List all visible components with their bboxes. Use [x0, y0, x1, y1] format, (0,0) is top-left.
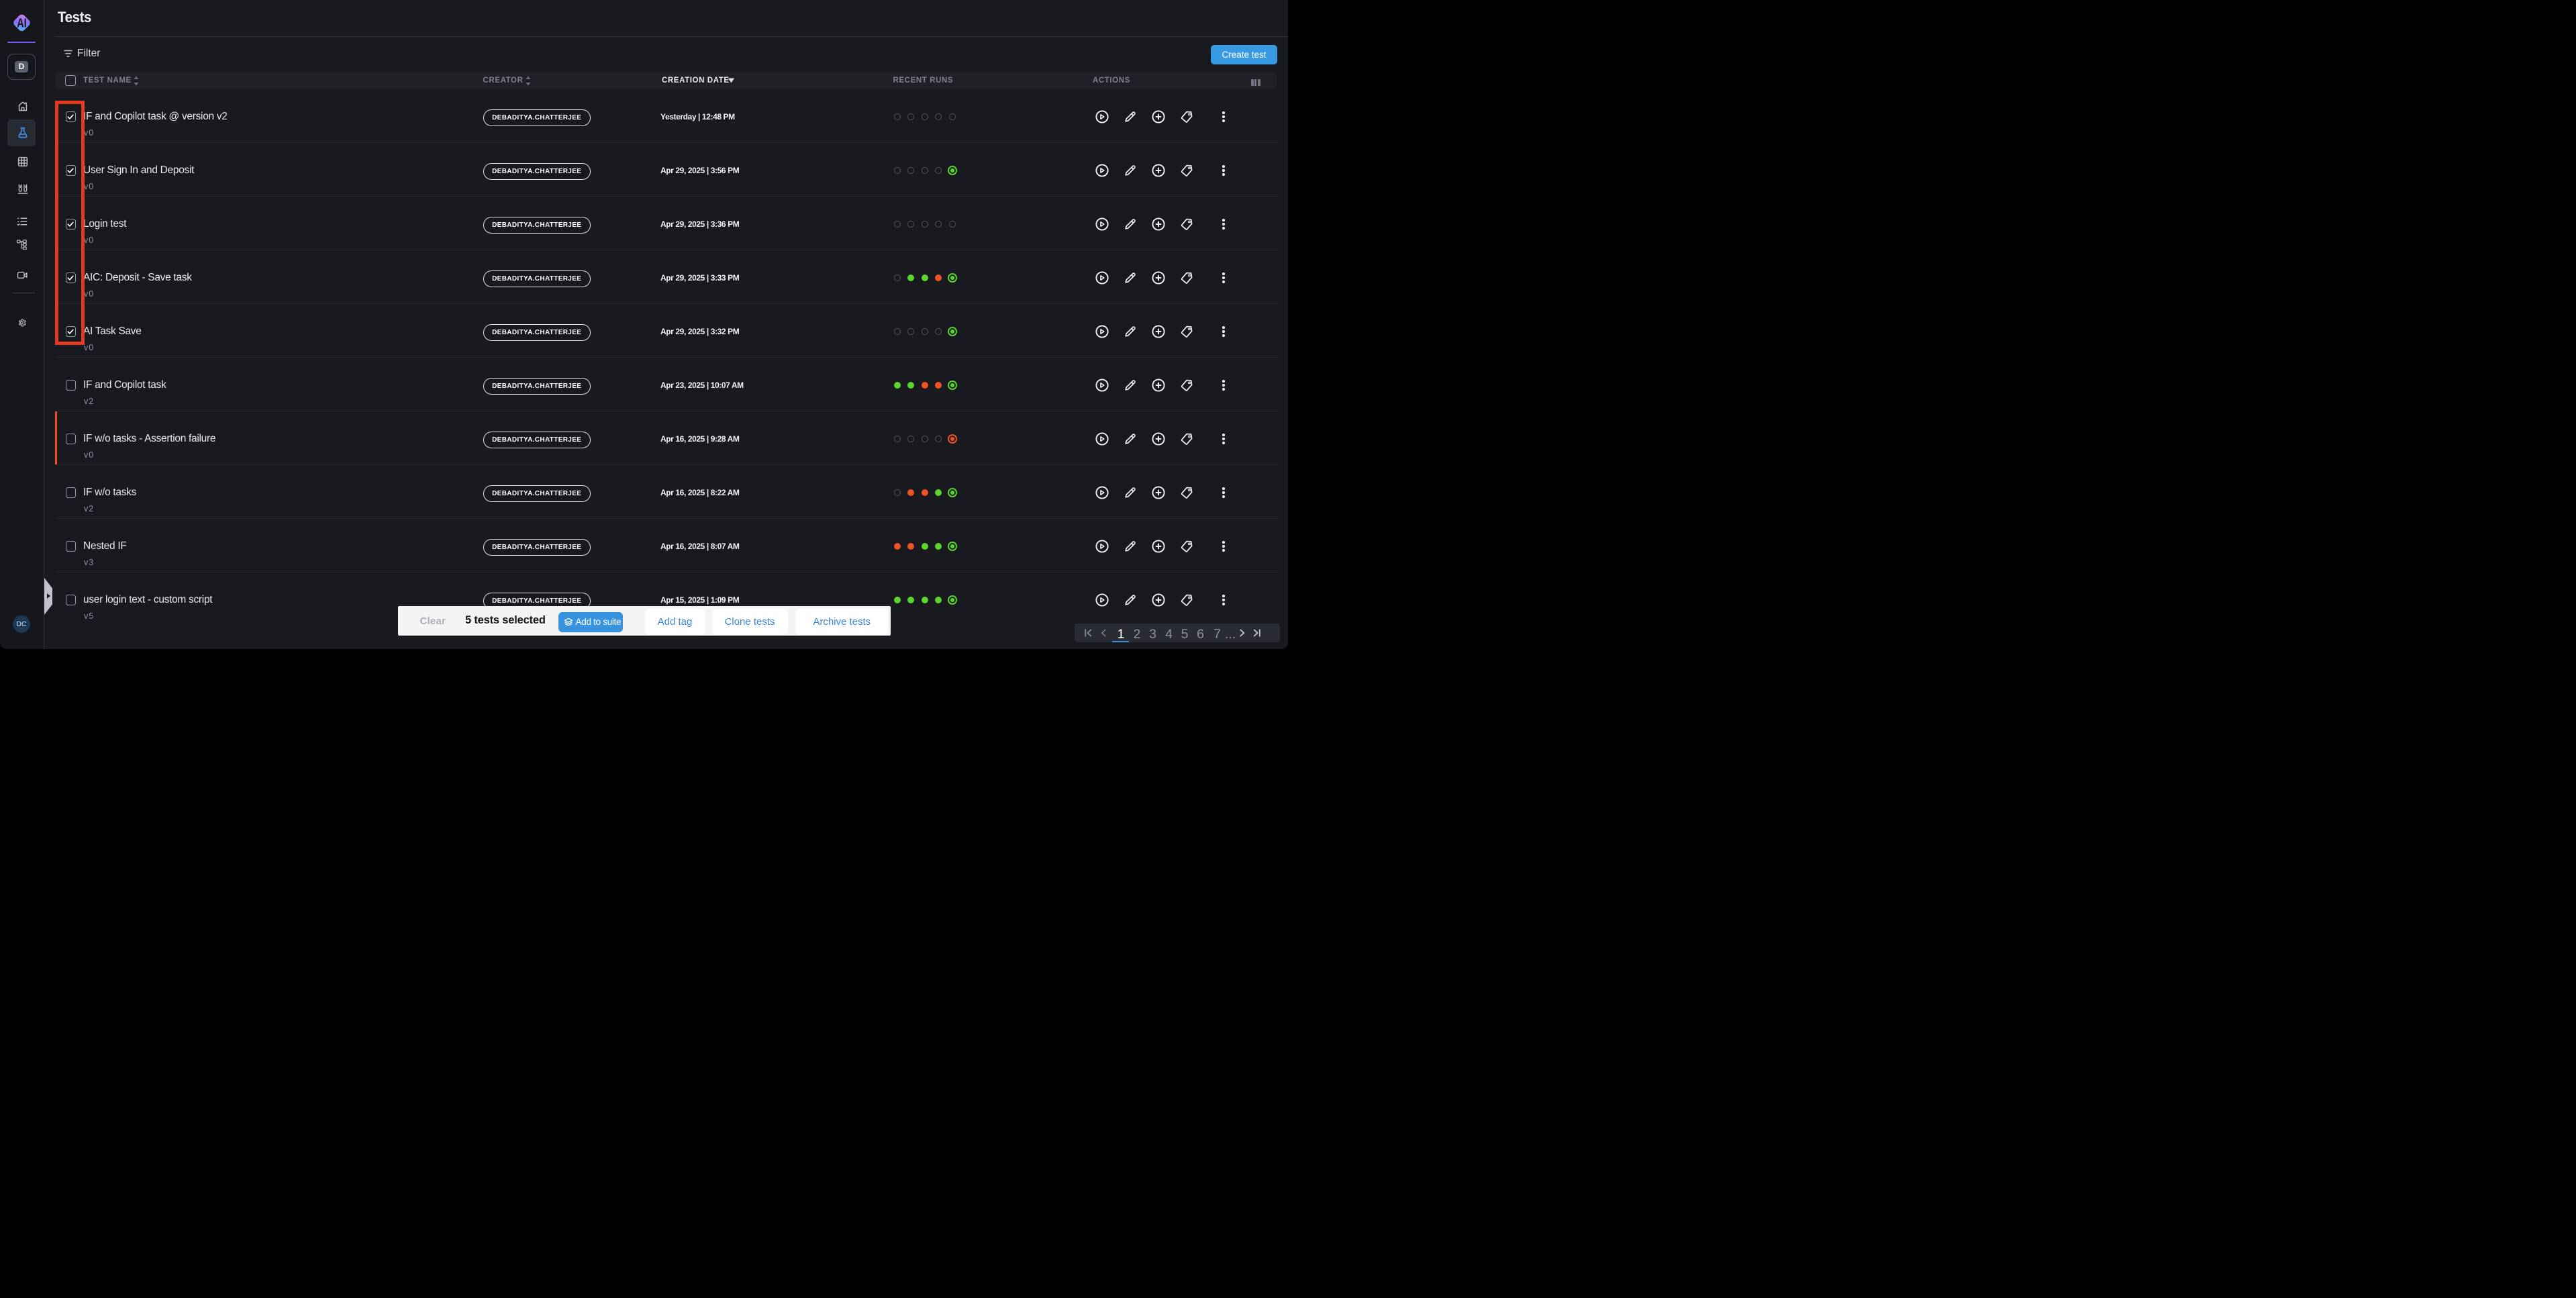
svg-text:AI: AI: [17, 15, 27, 30]
